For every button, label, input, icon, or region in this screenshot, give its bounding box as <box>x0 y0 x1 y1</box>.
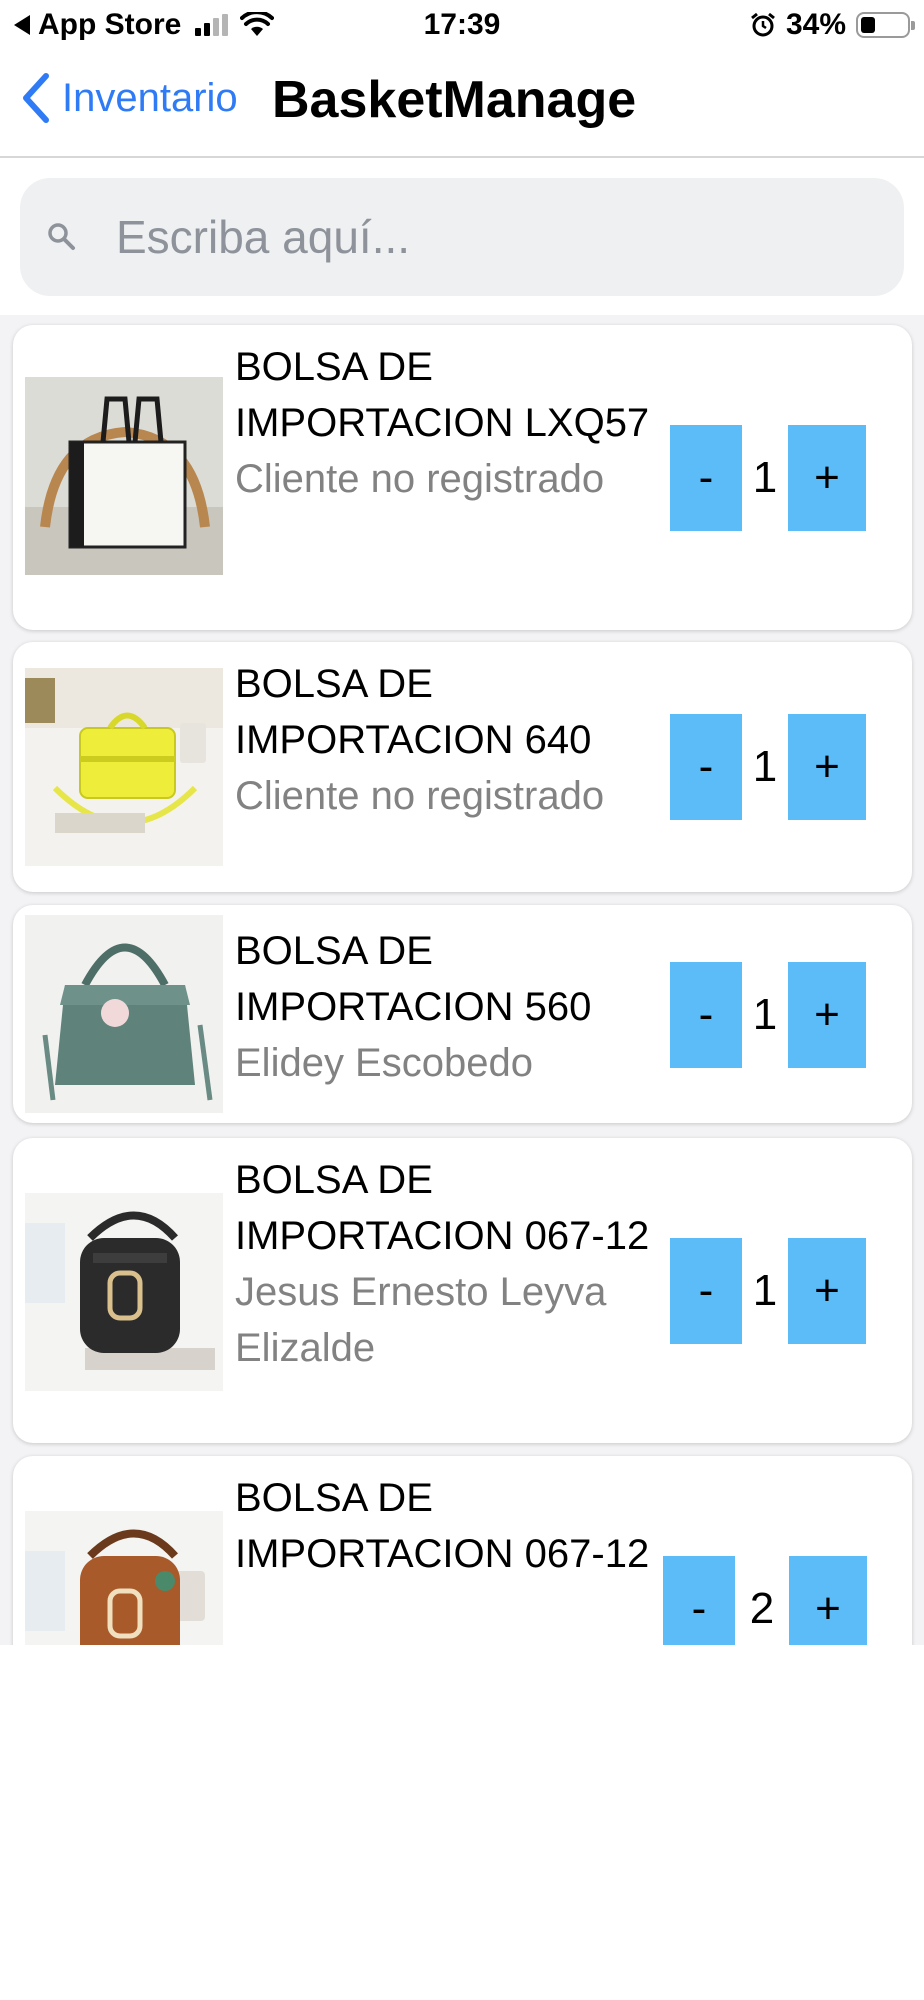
increment-button[interactable]: + <box>788 962 866 1068</box>
product-name: BOLSA DE IMPORTACION 067-12 <box>235 1476 650 1576</box>
product-name: BOLSA DE IMPORTACION 640 <box>235 662 592 762</box>
increment-button[interactable]: + <box>788 425 866 531</box>
client-name: Jesus Ernesto Leyva Elizalde <box>235 1270 607 1370</box>
search-bar[interactable] <box>20 178 904 296</box>
alarm-icon <box>751 12 775 37</box>
product-image <box>25 668 223 866</box>
quantity-value: 1 <box>752 742 778 791</box>
quantity-stepper: - 1 + <box>670 962 866 1068</box>
client-name: Cliente no registrado <box>235 457 605 501</box>
decrement-button[interactable]: - <box>670 962 742 1068</box>
quantity-value: 2 <box>749 1584 775 1633</box>
product-name: BOLSA DE IMPORTACION 560 <box>235 929 592 1029</box>
product-image <box>25 915 223 1113</box>
status-right: 34% <box>750 8 915 42</box>
search-section <box>0 160 924 315</box>
back-button[interactable]: Inventario <box>20 72 238 124</box>
search-input[interactable] <box>116 210 876 264</box>
decrement-button[interactable]: - <box>670 714 742 820</box>
item-info: BOLSA DE IMPORTACION LXQ57 Cliente no re… <box>235 339 665 507</box>
increment-button[interactable]: + <box>788 1238 866 1344</box>
empty-area <box>0 1645 924 2000</box>
item-info: BOLSA DE IMPORTACION 560 Elidey Escobedo <box>235 923 665 1091</box>
item-info: BOLSA DE IMPORTACION 640 Cliente no regi… <box>235 656 665 824</box>
product-name: BOLSA DE IMPORTACION 067-12 <box>235 1158 650 1258</box>
quantity-stepper: - 1 + <box>670 714 866 820</box>
battery-percent: 34% <box>785 8 846 41</box>
basket-list[interactable]: BOLSA DE IMPORTACION LXQ57 Cliente no re… <box>0 315 924 1645</box>
client-name: Elidey Escobedo <box>235 1041 533 1085</box>
item-info: BOLSA DE IMPORTACION 067-12 <box>235 1470 665 1582</box>
quantity-stepper: - 1 + <box>670 425 866 531</box>
back-label: Inventario <box>62 75 238 120</box>
product-image <box>25 1511 223 1645</box>
list-item[interactable]: BOLSA DE IMPORTACION 067-12 Jesus Ernest… <box>13 1138 912 1443</box>
product-image <box>25 1193 223 1391</box>
increment-button[interactable]: + <box>788 714 866 820</box>
search-icon <box>48 223 75 250</box>
chevron-left-icon <box>23 73 49 123</box>
battery-icon <box>856 12 915 38</box>
decrement-button[interactable]: - <box>670 1238 742 1344</box>
status-bar: App Store 17:39 34% <box>0 0 924 52</box>
list-item[interactable]: BOLSA DE IMPORTACION 640 Cliente no regi… <box>13 642 912 892</box>
quantity-value: 1 <box>752 1266 778 1315</box>
client-name: Cliente no registrado <box>235 774 605 818</box>
decrement-button[interactable]: - <box>670 425 742 531</box>
product-image <box>25 377 223 575</box>
page-title: BasketManage <box>272 71 637 129</box>
list-item[interactable]: BOLSA DE IMPORTACION 560 Elidey Escobedo… <box>13 905 912 1123</box>
list-item[interactable]: BOLSA DE IMPORTACION 067-12 - 2 + <box>13 1456 912 1645</box>
quantity-value: 1 <box>752 990 778 1039</box>
product-name: BOLSA DE IMPORTACION LXQ57 <box>235 345 650 445</box>
decrement-button[interactable]: - <box>663 1556 735 1645</box>
quantity-value: 1 <box>752 453 778 502</box>
item-info: BOLSA DE IMPORTACION 067-12 Jesus Ernest… <box>235 1152 665 1376</box>
list-item[interactable]: BOLSA DE IMPORTACION LXQ57 Cliente no re… <box>13 325 912 630</box>
navigation-bar: Inventario BasketManage <box>0 58 924 158</box>
quantity-stepper: - 1 + <box>670 1238 866 1344</box>
increment-button[interactable]: + <box>789 1556 867 1645</box>
quantity-stepper: - 2 + <box>663 1556 867 1645</box>
